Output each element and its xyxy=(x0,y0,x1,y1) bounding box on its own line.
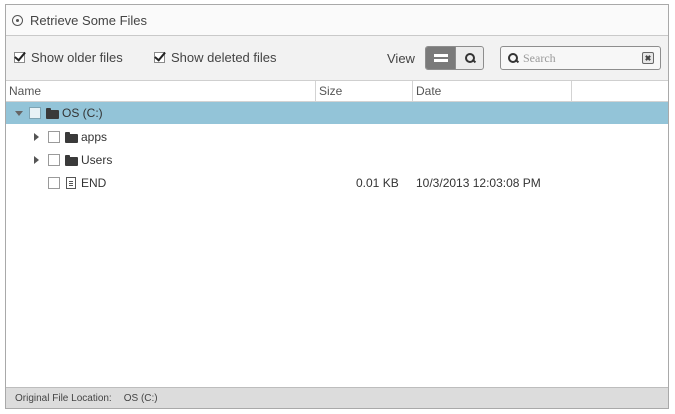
search-icon xyxy=(508,53,518,63)
folder-icon xyxy=(65,155,78,166)
show-deleted-files-checkbox[interactable]: Show deleted files xyxy=(154,50,277,65)
date-cell: 10/3/2013 12:03:08 PM xyxy=(416,176,541,190)
show-older-files-checkbox[interactable]: Show older files xyxy=(14,50,123,65)
file-tree: OS (C:) apps Users END 0.01 KB 10/3/2013… xyxy=(6,102,668,387)
size-cell: 0.01 KB xyxy=(356,176,399,190)
triangle-down-icon[interactable] xyxy=(15,111,23,116)
show-deleted-files-label: Show deleted files xyxy=(171,50,277,65)
status-bar: Original File Location: OS (C:) xyxy=(6,387,668,408)
triangle-right-icon[interactable] xyxy=(34,156,39,164)
magnifier-icon xyxy=(464,53,475,63)
tree-row-users[interactable]: Users xyxy=(6,149,668,171)
tree-item-label: END xyxy=(81,176,107,190)
column-size[interactable]: Size xyxy=(316,81,413,101)
tree-item-label: apps xyxy=(81,130,108,144)
clear-search-button[interactable] xyxy=(642,52,654,64)
search-box xyxy=(500,46,661,70)
status-label: Original File Location: xyxy=(15,392,112,404)
search-input[interactable] xyxy=(523,50,633,66)
tree-checkbox[interactable] xyxy=(48,131,60,143)
list-view-button[interactable] xyxy=(426,47,455,69)
tree-item-label: OS (C:) xyxy=(62,106,103,120)
search-view-button[interactable] xyxy=(455,47,483,69)
checkbox-checked-icon[interactable] xyxy=(154,52,165,63)
tree-row-apps[interactable]: apps xyxy=(6,126,668,148)
list-view-icon-bar xyxy=(433,59,448,62)
checkbox-checked-icon[interactable] xyxy=(14,52,25,63)
folder-icon xyxy=(65,132,78,143)
view-toggle xyxy=(425,46,484,70)
tree-row-os-c[interactable]: OS (C:) xyxy=(6,102,668,124)
triangle-right-icon[interactable] xyxy=(34,133,39,141)
retrieve-files-window: Retrieve Some Files Show older files Sho… xyxy=(5,4,669,409)
tree-item-label: Users xyxy=(81,153,113,167)
radio-circle-icon xyxy=(12,14,23,26)
status-value: OS (C:) xyxy=(123,392,158,404)
tree-checkbox[interactable] xyxy=(29,107,41,119)
view-label: View xyxy=(387,51,415,66)
document-icon xyxy=(66,177,76,189)
tree-row-end[interactable]: END 0.01 KB 10/3/2013 12:03:08 PM xyxy=(6,172,668,194)
folder-icon xyxy=(46,108,59,119)
window-title: Retrieve Some Files xyxy=(30,12,148,28)
tree-checkbox[interactable] xyxy=(48,177,60,189)
column-header: Name Size Date xyxy=(6,81,668,102)
toolbar: Show older files Show deleted files View xyxy=(6,36,668,81)
show-older-files-label: Show older files xyxy=(31,50,123,65)
tree-checkbox[interactable] xyxy=(48,154,60,166)
list-view-icon xyxy=(433,54,448,57)
column-date[interactable]: Date xyxy=(413,81,572,101)
title-bar: Retrieve Some Files xyxy=(6,5,668,36)
column-name[interactable]: Name xyxy=(6,81,316,101)
